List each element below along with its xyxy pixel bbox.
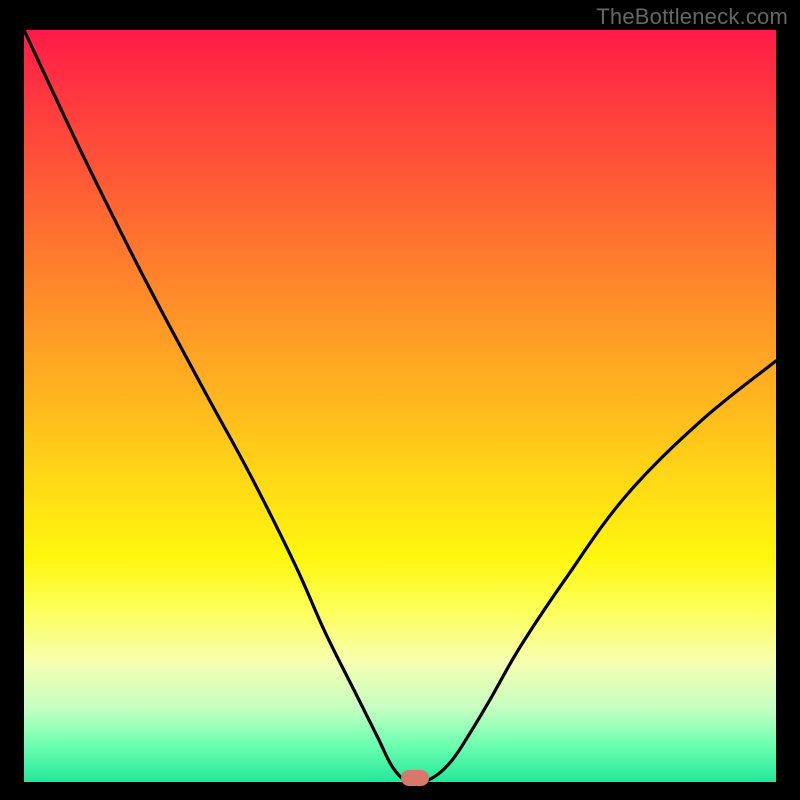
- watermark-text: TheBottleneck.com: [596, 4, 788, 30]
- chart-svg: [24, 30, 776, 782]
- chart-area: [24, 30, 776, 782]
- bottleneck-curve: [24, 30, 776, 782]
- optimal-marker: [401, 770, 429, 786]
